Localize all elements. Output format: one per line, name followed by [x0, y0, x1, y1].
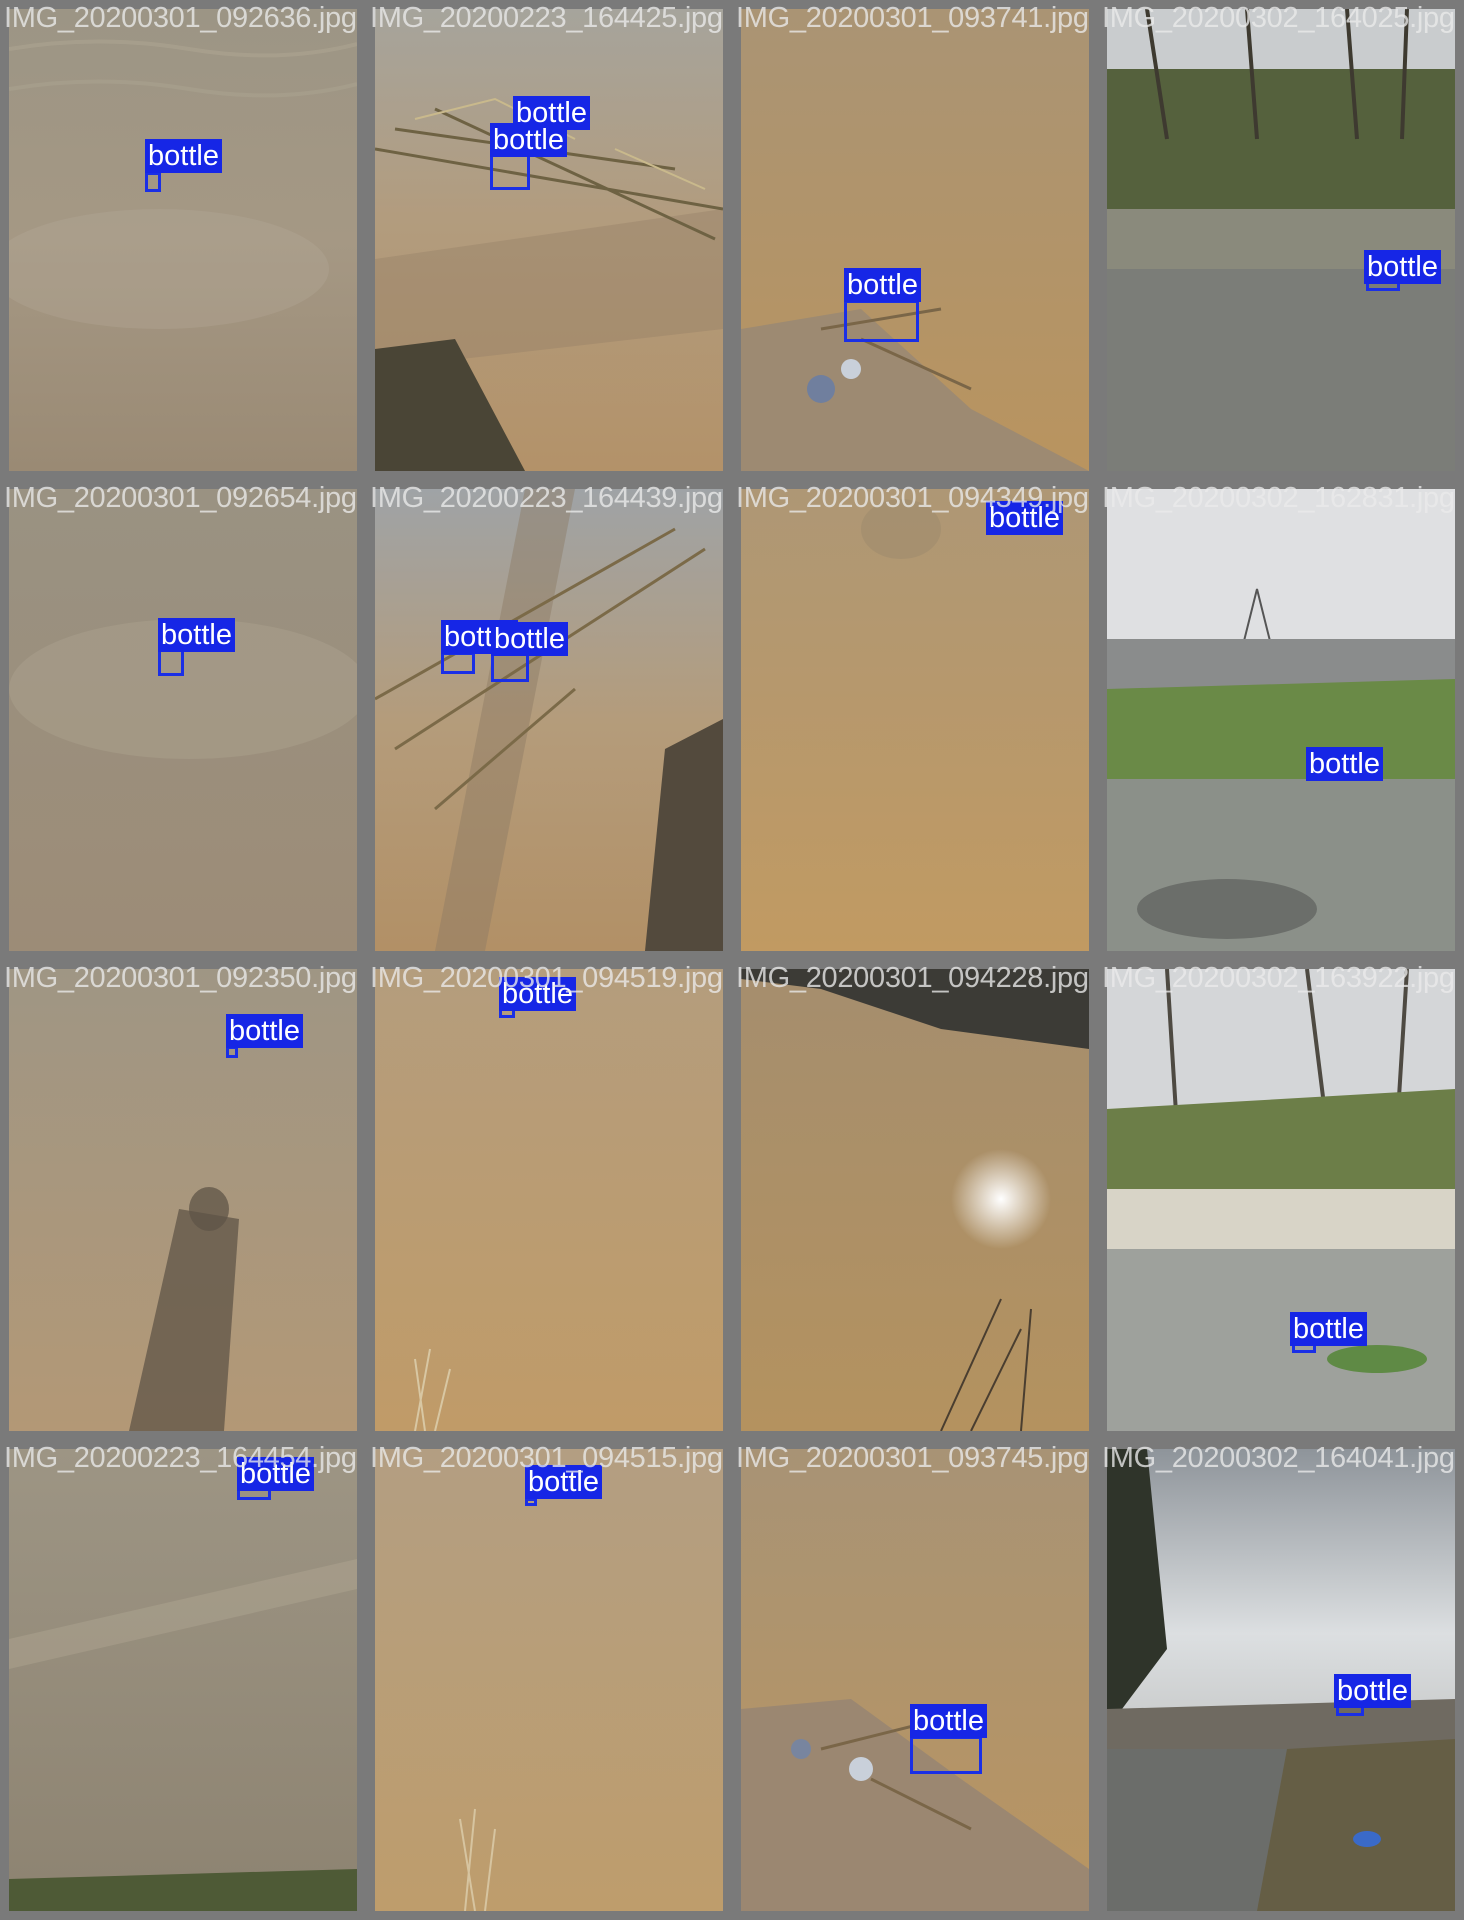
brown-water-reeds-photo — [375, 969, 723, 1431]
photo — [375, 1449, 723, 1911]
photo — [9, 489, 357, 951]
image-tile: bottle IMG_20200302_164025.jpg — [1098, 0, 1464, 480]
image-tile: bottle IMG_20200302_162831.jpg — [1098, 480, 1464, 960]
image-tile: bottle IMG_20200301_093745.jpg — [732, 1440, 1098, 1920]
sun-water-photo — [741, 969, 1089, 1431]
photo — [375, 9, 723, 471]
detection-label: bottle — [1364, 250, 1441, 284]
image-tile: bottle bottle IMG_20200223_164439.jpg — [366, 480, 732, 960]
shadow-water-photo — [9, 969, 357, 1431]
detection-mosaic: bottle IMG_20200301_092636.jpg bottle bo… — [0, 0, 1464, 1920]
detection-box — [158, 648, 184, 676]
image-tile: bottle IMG_20200301_094519.jpg — [366, 960, 732, 1440]
photo — [741, 969, 1089, 1431]
image-tile: bottle bottle IMG_20200223_164425.jpg — [366, 0, 732, 480]
brown-water-photo — [741, 489, 1089, 951]
photo — [1107, 969, 1455, 1431]
detection-label: bottle — [525, 1465, 602, 1499]
detection-label: bottle — [145, 139, 222, 173]
grey-water-photo — [9, 489, 357, 951]
detection-label: bottle — [844, 268, 921, 302]
image-tile: bottle IMG_20200301_094349.jpg — [732, 480, 1098, 960]
image-tile: bottle IMG_20200301_092350.jpg — [0, 960, 366, 1440]
detection-box — [910, 1736, 982, 1774]
river-trees-photo — [1107, 9, 1455, 471]
detection-label: bottle — [226, 1014, 303, 1048]
image-tile: bottle IMG_20200301_094515.jpg — [366, 1440, 732, 1920]
photo — [1107, 489, 1455, 951]
detection-label: bottle — [490, 123, 567, 157]
image-tile: bottle IMG_20200302_164041.jpg — [1098, 1440, 1464, 1920]
reeds-water-photo — [375, 9, 723, 471]
image-tile: IMG_20200301_094228.jpg — [732, 960, 1098, 1440]
image-tile: bottle IMG_20200301_092636.jpg — [0, 0, 366, 480]
photo — [741, 1449, 1089, 1911]
detection-label: bottle — [910, 1704, 987, 1738]
photo — [9, 1449, 357, 1911]
detection-label: bottle — [491, 622, 568, 656]
image-tile: bottle IMG_20200301_092654.jpg — [0, 480, 366, 960]
photo — [1107, 9, 1455, 471]
detection-label: bottle — [499, 977, 576, 1011]
reeds-water-photo — [375, 489, 723, 951]
image-tile: bottle IMG_20200301_093741.jpg — [732, 0, 1098, 480]
detection-label: bottle — [158, 618, 235, 652]
detection-label: bottle — [986, 501, 1063, 535]
bushes-river-photo — [1107, 969, 1455, 1431]
village-river-photo — [1107, 489, 1455, 951]
photo — [375, 969, 723, 1431]
detection-box — [844, 300, 919, 342]
photo — [741, 9, 1089, 471]
detection-box — [525, 1498, 537, 1506]
photo — [741, 489, 1089, 951]
photo — [9, 9, 357, 471]
photo — [9, 969, 357, 1431]
brown-water-reeds-photo — [375, 1449, 723, 1911]
image-tile: bottle IMG_20200302_163922.jpg — [1098, 960, 1464, 1440]
detection-label: bottle — [237, 1457, 314, 1491]
detection-label: bottle — [1290, 1312, 1367, 1346]
grey-water-bank-photo — [9, 1449, 357, 1911]
muddy-shore-photo — [741, 9, 1089, 471]
grey-water-photo — [9, 9, 357, 471]
detection-label: bottle — [1306, 747, 1383, 781]
photo — [375, 489, 723, 951]
detection-box — [145, 172, 161, 192]
detection-box — [441, 652, 475, 674]
image-tile: bottle IMG_20200223_164454.jpg — [0, 1440, 366, 1920]
detection-label: bottle — [1334, 1674, 1411, 1708]
muddy-shore-photo — [741, 1449, 1089, 1911]
